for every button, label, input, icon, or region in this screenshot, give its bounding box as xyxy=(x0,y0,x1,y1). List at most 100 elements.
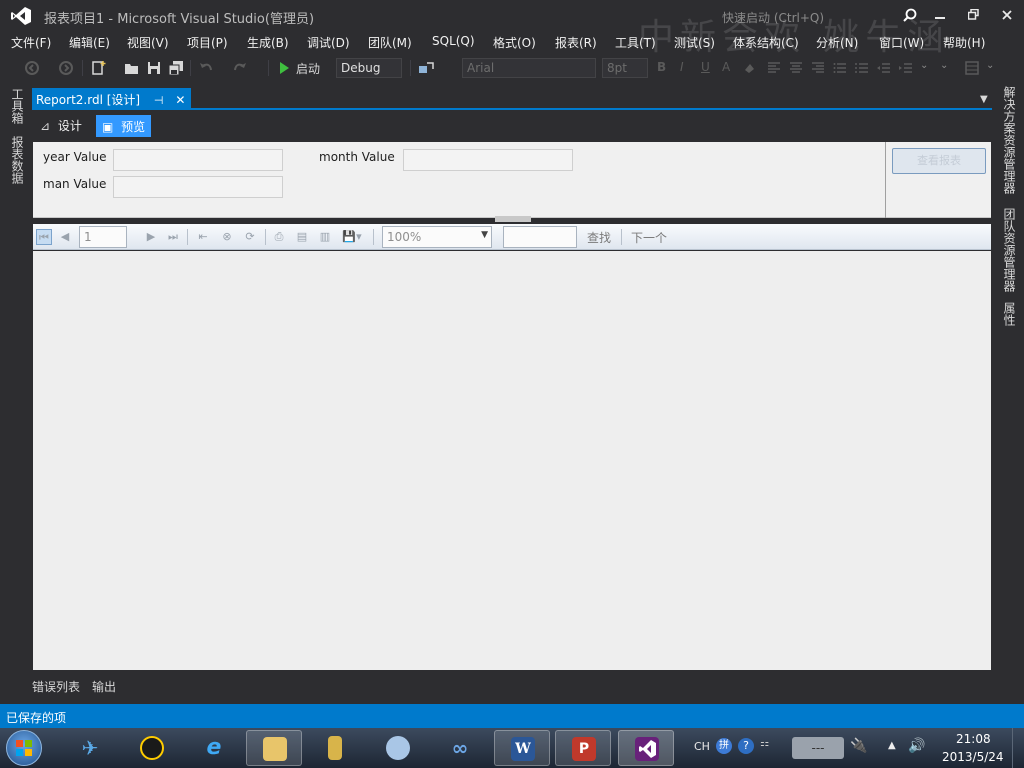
export-icon[interactable]: 💾▾ xyxy=(340,229,364,245)
first-page-icon[interactable]: ⏮ xyxy=(36,229,52,245)
solution-configuration-select[interactable]: Debug xyxy=(336,58,402,78)
show-hidden-icons-icon[interactable]: ▲ xyxy=(888,740,896,751)
menu-file[interactable]: 文件(F) xyxy=(11,34,51,51)
taskbar-app-bird[interactable]: ✈ xyxy=(62,730,118,766)
page-number-input[interactable]: 1 xyxy=(79,226,127,248)
navigate-back-icon[interactable] xyxy=(24,60,40,76)
menu-debug[interactable]: 调试(D) xyxy=(307,34,350,51)
bulleted-list-icon[interactable] xyxy=(832,60,848,76)
document-tab[interactable]: Report2.rdl [设计] ⊣ ✕ xyxy=(32,88,192,110)
input-language-indicator[interactable]: CH xyxy=(694,740,710,753)
menu-edit[interactable]: 编辑(E) xyxy=(69,34,110,51)
align-left-icon[interactable] xyxy=(766,60,782,76)
menu-report[interactable]: 报表(R) xyxy=(555,34,597,51)
open-file-icon[interactable] xyxy=(124,60,140,76)
increase-indent-icon[interactable] xyxy=(898,60,914,76)
font-family-select[interactable]: Arial xyxy=(462,58,596,78)
tray-indicator[interactable]: --- xyxy=(792,737,844,759)
show-desktop-button[interactable] xyxy=(1012,728,1024,768)
redo-icon[interactable] xyxy=(232,60,248,76)
menu-team[interactable]: 团队(M) xyxy=(368,34,412,51)
menu-project[interactable]: 项目(P) xyxy=(187,34,228,51)
man-parameter-input[interactable] xyxy=(113,176,283,198)
italic-icon[interactable]: I xyxy=(680,60,684,74)
taskbar-app-management[interactable] xyxy=(370,730,426,766)
close-window-button[interactable] xyxy=(996,6,1018,26)
taskbar-app-internet-explorer[interactable]: e xyxy=(186,730,242,766)
find-next-button[interactable]: 下一个 xyxy=(631,229,667,246)
taskbar-app-word[interactable]: W xyxy=(494,730,550,766)
taskbar-app-visual-studio[interactable] xyxy=(618,730,674,766)
taskbar-app-tools[interactable] xyxy=(308,730,364,766)
taskbar-app-team[interactable]: ∞ xyxy=(432,730,488,766)
page-setup-icon[interactable]: ▥ xyxy=(317,229,333,245)
save-all-icon[interactable] xyxy=(168,60,184,76)
font-size-select[interactable]: 8pt xyxy=(602,58,648,78)
undo-icon[interactable] xyxy=(198,60,214,76)
menu-test[interactable]: 测试(S) xyxy=(674,34,715,51)
tab-design[interactable]: ⊿ 设计 xyxy=(40,117,82,134)
menu-view[interactable]: 视图(V) xyxy=(127,34,169,51)
pin-icon[interactable]: ⊣ xyxy=(154,94,164,107)
zoom-select[interactable]: 100% ▼ xyxy=(382,226,492,248)
menu-help[interactable]: 帮助(H) xyxy=(943,34,985,51)
team-explorer-tab[interactable]: 团队资源管理器 xyxy=(1001,208,1018,292)
menu-analyze[interactable]: 分析(N) xyxy=(816,34,858,51)
numbered-list-icon[interactable] xyxy=(854,60,870,76)
output-tab[interactable]: 输出 xyxy=(92,678,116,695)
toolbox-tab[interactable]: 工具箱 xyxy=(9,88,26,124)
decrease-indent-icon[interactable] xyxy=(876,60,892,76)
collapse-parameters-handle[interactable] xyxy=(495,216,531,222)
taskbar-app-explorer[interactable] xyxy=(246,730,302,766)
report-tools-icon[interactable] xyxy=(418,60,434,76)
quick-launch-input[interactable]: 快速启动 (Ctrl+Q) xyxy=(640,5,930,27)
close-icon[interactable]: ✕ xyxy=(175,93,185,107)
background-color-icon[interactable] xyxy=(742,60,758,76)
properties-tab[interactable]: 属性 xyxy=(1001,302,1018,326)
menu-build[interactable]: 生成(B) xyxy=(247,34,289,51)
font-color-icon[interactable]: A xyxy=(722,60,730,74)
stop-rendering-icon[interactable]: ⊗ xyxy=(219,229,235,245)
menu-format[interactable]: 格式(O) xyxy=(493,34,536,51)
navigate-forward-icon[interactable] xyxy=(58,60,74,76)
start-debug-icon[interactable] xyxy=(276,60,292,76)
clock-time[interactable]: 21:08 xyxy=(956,732,991,746)
tab-preview[interactable]: ▣ 预览 xyxy=(96,115,152,137)
help-icon[interactable]: ? xyxy=(738,738,754,754)
underline-icon[interactable]: U xyxy=(701,60,710,74)
toolbar-overflow-icon[interactable]: ⌄ xyxy=(940,60,948,71)
year-parameter-input[interactable] xyxy=(113,149,283,171)
ime-options-icon[interactable]: ⚏ xyxy=(760,738,769,749)
next-page-icon[interactable]: ▶ xyxy=(143,229,159,245)
volume-icon[interactable]: 🔊 xyxy=(908,738,925,754)
toolbar-overflow-icon[interactable]: ⌄ xyxy=(920,60,928,71)
report-preview-canvas[interactable] xyxy=(33,251,991,670)
minimize-button[interactable] xyxy=(929,6,951,26)
align-right-icon[interactable] xyxy=(810,60,826,76)
start-button[interactable] xyxy=(6,730,42,766)
view-report-button[interactable]: 查看报表 xyxy=(892,148,986,174)
month-parameter-input[interactable] xyxy=(403,149,573,171)
refresh-icon[interactable]: ⟳ xyxy=(242,229,258,245)
layout-icon[interactable] xyxy=(964,60,980,76)
search-icon[interactable] xyxy=(903,8,917,22)
error-list-tab[interactable]: 错误列表 xyxy=(32,678,80,695)
menu-tools[interactable]: 工具(T) xyxy=(615,34,656,51)
print-icon[interactable]: ⎙ xyxy=(271,229,287,245)
previous-page-icon[interactable]: ◀ xyxy=(57,229,73,245)
toolbar-overflow-icon[interactable]: ⌄ xyxy=(986,60,994,71)
power-icon[interactable]: 🔌 xyxy=(850,738,867,754)
taskbar-app-powerpoint[interactable]: P xyxy=(555,730,611,766)
align-center-icon[interactable] xyxy=(788,60,804,76)
bold-icon[interactable]: B xyxy=(657,60,666,74)
taskbar-app-qq[interactable] xyxy=(124,730,180,766)
last-page-icon[interactable]: ⏭ xyxy=(165,229,181,245)
find-text-input[interactable] xyxy=(503,226,577,248)
new-project-icon[interactable] xyxy=(90,60,106,76)
restore-button[interactable] xyxy=(962,6,984,26)
ime-mode-icon[interactable]: 拼 xyxy=(716,738,732,754)
solution-explorer-tab[interactable]: 解决方案资源管理器 xyxy=(1001,86,1018,194)
back-to-parent-icon[interactable]: ⇤ xyxy=(195,229,211,245)
save-icon[interactable] xyxy=(146,60,162,76)
find-button[interactable]: 查找 xyxy=(587,229,611,246)
